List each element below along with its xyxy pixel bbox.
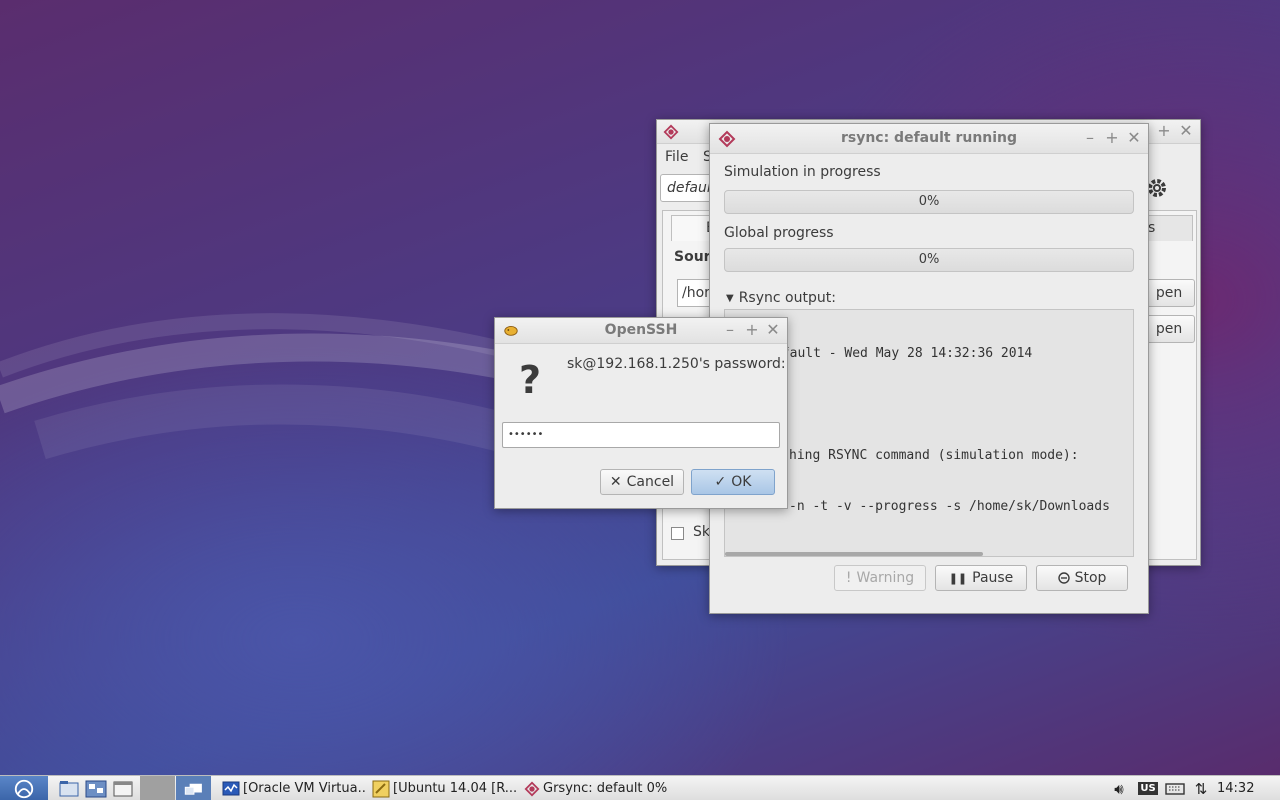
tab-basic[interactable]: E: [671, 215, 715, 241]
folder-icon: [59, 780, 79, 796]
start-menu-button[interactable]: [0, 776, 48, 800]
stop-button-label: Stop: [1074, 570, 1107, 586]
global-progress-bar: 0%: [724, 248, 1134, 272]
open-dest-button[interactable]: pen: [1143, 315, 1195, 343]
question-icon: ?: [519, 358, 542, 402]
close-icon[interactable]: ✕: [1125, 128, 1143, 147]
task-label: [Ubuntu 14.04 [R...: [393, 781, 516, 796]
ok-button-label: OK: [731, 474, 752, 490]
volume-icon[interactable]: 🔊︎: [1108, 776, 1130, 800]
menu-file[interactable]: File: [665, 149, 688, 165]
simulation-progress-text: 0%: [918, 194, 940, 209]
task-virtualbox[interactable]: [Oracle VM Virtua...: [218, 777, 366, 800]
task-label: Grsync: default 0%: [543, 781, 668, 796]
password-field-value: ••••••: [508, 429, 544, 440]
window-launcher[interactable]: [110, 776, 136, 800]
maximize-icon[interactable]: +: [743, 320, 761, 339]
cancel-button-label: Cancel: [626, 474, 675, 490]
task-ubuntu-vm[interactable]: [Ubuntu 14.04 [R...: [368, 777, 516, 800]
profile-combo-value: defaul: [667, 180, 711, 196]
maximize-icon[interactable]: +: [1103, 128, 1121, 147]
pause-button-label: Pause: [972, 570, 1014, 586]
file-manager-launcher[interactable]: [56, 776, 82, 800]
window-icon: [113, 781, 133, 796]
openssh-titlebar[interactable]: OpenSSH – + ✕: [495, 318, 787, 344]
terminal-icon: [372, 780, 390, 797]
horizontal-scrollbar[interactable]: [725, 552, 983, 556]
source-path-value: /hor: [682, 285, 710, 301]
check-icon: ✓: [714, 474, 727, 490]
password-field[interactable]: ••••••: [502, 422, 780, 448]
keyboard-layout-label: US: [1138, 782, 1158, 795]
rsync-titlebar[interactable]: rsync: default running – + ✕: [710, 124, 1148, 154]
close-icon[interactable]: ✕: [1177, 121, 1195, 140]
output-expander[interactable]: ▼ Rsync output:: [726, 290, 836, 306]
desktop-launcher[interactable]: [83, 776, 109, 800]
ok-button[interactable]: ✓ OK: [691, 469, 775, 495]
pause-icon: ❚❚: [948, 571, 968, 585]
task-grsync[interactable]: Grsync: default 0%: [520, 777, 668, 800]
workspace-1[interactable]: [140, 776, 175, 800]
keyboard-icon[interactable]: [1163, 776, 1187, 800]
desktop-icon: [85, 780, 107, 797]
warning-button[interactable]: ! Warning: [834, 565, 926, 591]
keyboard-layout-indicator[interactable]: US: [1137, 776, 1159, 800]
minimize-icon[interactable]: –: [721, 320, 739, 339]
tab-right-label: s: [1148, 220, 1156, 236]
open-source-button[interactable]: pen: [1143, 279, 1195, 307]
grsync-app-icon: [663, 124, 679, 140]
cancel-button[interactable]: ✕ Cancel: [600, 469, 684, 495]
minimize-icon[interactable]: –: [1081, 128, 1099, 147]
network-icon[interactable]: ⇅: [1190, 776, 1212, 800]
open-source-label: pen: [1155, 285, 1183, 301]
stop-button[interactable]: Stop: [1036, 565, 1128, 591]
monitor-icon: [222, 781, 240, 795]
output-label: Rsync output:: [738, 290, 836, 306]
clock[interactable]: 14:32: [1217, 776, 1257, 800]
skip-checkbox-label: Sk: [693, 524, 710, 540]
close-icon[interactable]: ✕: [764, 320, 782, 339]
expander-triangle-icon: ▼: [726, 292, 734, 304]
simulation-progress-bar: 0%: [724, 190, 1134, 214]
pause-button[interactable]: ❚❚ Pause: [935, 565, 1027, 591]
global-label: Global progress: [724, 225, 834, 241]
taskbar: [Oracle VM Virtua... [Ubuntu 14.04 [R...…: [0, 775, 1280, 800]
task-label: [Oracle VM Virtua...: [243, 781, 366, 796]
start-menu-icon: [14, 779, 34, 798]
open-dest-label: pen: [1155, 321, 1183, 337]
cancel-icon: ✕: [609, 474, 622, 490]
grsync-app-icon: [524, 781, 540, 796]
skip-checkbox[interactable]: [671, 527, 684, 540]
simulation-label: Simulation in progress: [724, 164, 881, 180]
workspace-windows-icon: [184, 783, 202, 795]
workspace-2[interactable]: [176, 776, 211, 800]
global-progress-text: 0%: [918, 252, 940, 267]
password-prompt: sk@192.168.1.250's password:: [567, 356, 786, 372]
warning-icon: !: [845, 570, 852, 586]
maximize-icon[interactable]: +: [1155, 121, 1173, 140]
stop-icon: [1057, 572, 1070, 584]
openssh-dialog[interactable]: OpenSSH – + ✕ ? sk@192.168.1.250's passw…: [494, 317, 788, 509]
warning-button-label: Warning: [856, 570, 915, 586]
